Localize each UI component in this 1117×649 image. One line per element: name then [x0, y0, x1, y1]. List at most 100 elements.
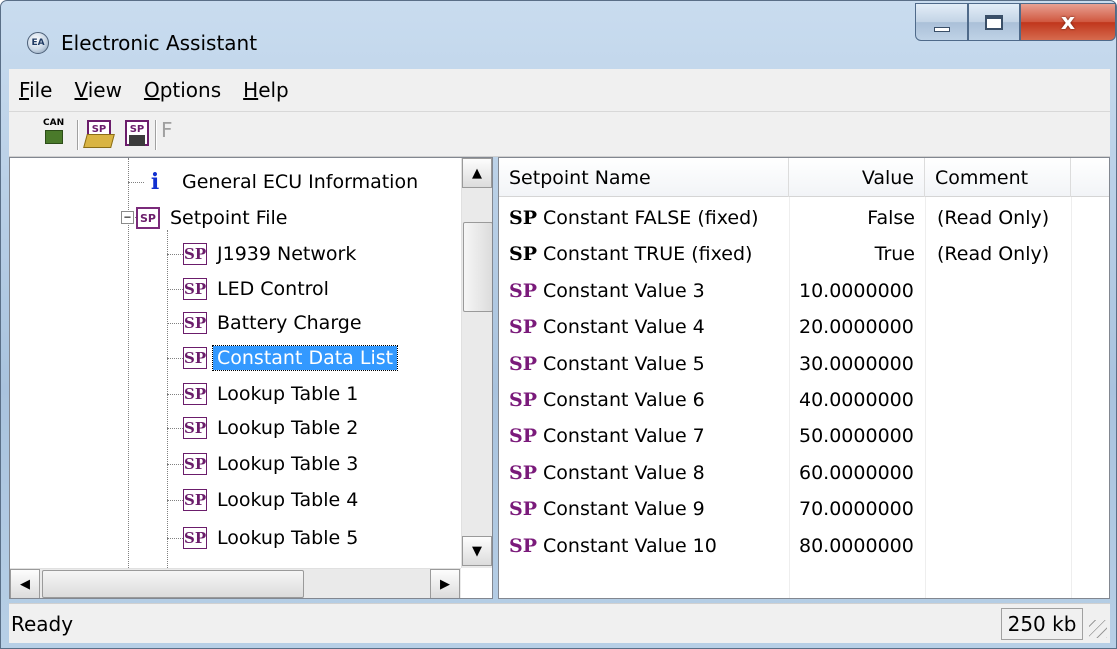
setpoint-name: Constant Value 4 [543, 316, 705, 339]
tree-item-label: Setpoint File [170, 207, 288, 229]
column-header-setpoint-name[interactable]: Setpoint Name [499, 158, 789, 197]
flash-button[interactable]: F [161, 118, 189, 146]
setpoint-name: Constant FALSE (fixed) [543, 207, 759, 229]
setpoint-name: Constant Value 3 [543, 279, 705, 302]
menu-options[interactable]: Options [144, 78, 221, 102]
setpoint-comment: (Read Only) [937, 207, 1050, 229]
table-row[interactable]: SP Constant Value 3 10.0000000 [499, 273, 1109, 309]
setpoint-name-cell: SP Constant Value 7 [509, 418, 705, 454]
open-setpoint-file-button[interactable]: SP [83, 120, 115, 148]
sp-icon: SP [509, 352, 538, 375]
sp-icon: SP [509, 207, 538, 229]
tree-view[interactable]: i General ECU Information − SP Setpoint … [10, 158, 470, 568]
minimize-button[interactable] [915, 3, 968, 41]
table-row[interactable]: SP Constant TRUE (fixed) True (Read Only) [499, 236, 1109, 272]
menu-file[interactable]: File [19, 78, 52, 102]
maximize-icon [985, 14, 1003, 30]
app-logo-icon: EA [27, 32, 49, 54]
tree-item-lookup-table-1[interactable]: SP Lookup Table 1 [183, 377, 362, 411]
tree-line [167, 323, 183, 324]
tree-line [167, 394, 183, 395]
scroll-left-button[interactable]: ◀ [10, 569, 40, 598]
tree-item-j1939-network[interactable]: SP J1939 Network [183, 237, 360, 271]
table-row[interactable]: SP Constant Value 7 50.0000000 [499, 418, 1109, 454]
table-row[interactable]: SP Constant FALSE (fixed) False (Read Only) [499, 200, 1109, 236]
tree-item-label: J1939 Network [217, 243, 357, 265]
table-row[interactable]: SP Constant Value 10 80.0000000 [499, 528, 1109, 564]
scroll-up-button[interactable]: ▲ [462, 158, 492, 188]
close-button[interactable]: x [1020, 3, 1116, 41]
tree-line [128, 182, 144, 183]
tree-item-label-selected: Constant Data List [211, 345, 399, 371]
setpoint-name: Constant TRUE (fixed) [543, 243, 753, 266]
toolbar-separator [77, 120, 79, 150]
setpoint-value: 60.0000000 [799, 461, 914, 484]
table-row[interactable]: SP Constant Value 6 40.0000000 [499, 382, 1109, 418]
sp-icon: SP [509, 243, 538, 266]
tree-item-general-ecu-information[interactable]: i General ECU Information [144, 165, 422, 199]
can-connect-button[interactable]: CAN [39, 118, 67, 148]
setpoint-name: Constant Value 6 [543, 389, 705, 411]
save-setpoint-file-button[interactable]: SP [123, 120, 151, 148]
sp-icon: SP [183, 527, 207, 549]
setpoint-name-cell: SP Constant FALSE (fixed) [509, 200, 759, 236]
close-icon: x [1060, 9, 1076, 35]
tree-vertical-scrollbar[interactable]: ▲ ▼ [461, 158, 492, 568]
title-bar[interactable]: EA Electronic Assistant x [1, 1, 1116, 69]
resize-grip-icon[interactable] [1089, 620, 1107, 638]
setpoint-name-cell: SP Constant TRUE (fixed) [509, 236, 752, 272]
table-row[interactable]: SP Constant Value 5 30.0000000 [499, 346, 1109, 382]
status-bar: Ready 250 kb [9, 603, 1110, 643]
setpoint-value: 20.0000000 [799, 316, 914, 339]
vertical-scroll-thumb[interactable] [463, 222, 492, 312]
can-label: CAN [43, 118, 65, 128]
maximize-button[interactable] [968, 3, 1020, 41]
file-size-indicator: 250 kb [1001, 608, 1083, 640]
collapse-toggle[interactable]: − [121, 211, 134, 224]
disk-icon [129, 135, 145, 146]
setpoint-comment: (Read Only) [937, 243, 1050, 266]
tree-item-label: Battery Charge [217, 312, 362, 334]
tree-line [167, 289, 183, 290]
sp-icon: SP [509, 425, 538, 448]
sp-icon: SP [183, 383, 207, 405]
arrow-left-icon: ◀ [20, 576, 30, 592]
table-row[interactable]: SP Constant Value 4 20.0000000 [499, 309, 1109, 345]
setpoint-name: Constant Value 7 [543, 425, 705, 448]
tree-item-setpoint-file[interactable]: SP Setpoint File [136, 201, 292, 235]
sp-icon: SP [183, 347, 207, 369]
setpoint-list-pane: Setpoint Name Value Comment SP Constant F… [498, 157, 1110, 599]
tree-item-lookup-table-3[interactable]: SP Lookup Table 3 [183, 447, 362, 481]
tree-item-battery-charge[interactable]: SP Battery Charge [183, 306, 366, 340]
table-row[interactable]: SP Constant Value 8 60.0000000 [499, 455, 1109, 491]
tree-item-lookup-table-2[interactable]: SP Lookup Table 2 [183, 411, 362, 445]
scroll-down-button[interactable]: ▼ [462, 536, 492, 566]
menu-help[interactable]: Help [243, 78, 289, 102]
tree-item-constant-data-list[interactable]: SP Constant Data List [183, 341, 399, 375]
table-row[interactable]: SP Constant Value 9 70.0000000 [499, 491, 1109, 527]
setpoint-name: Constant Value 10 [543, 534, 717, 557]
sp-icon: SP [509, 498, 538, 521]
sp-icon: SP [509, 316, 538, 339]
setpoint-value: False [867, 207, 915, 229]
toolbar: CAN SP SP F [9, 111, 1110, 157]
column-header-value[interactable]: Value [789, 158, 925, 197]
column-header-comment[interactable]: Comment [925, 158, 1071, 197]
tree-line [167, 464, 183, 465]
main-window: EA Electronic Assistant x File View Opti… [0, 0, 1117, 649]
setpoint-name-cell: SP Constant Value 10 [509, 528, 717, 564]
menu-view[interactable]: View [74, 78, 121, 102]
horizontal-scroll-thumb[interactable] [42, 570, 304, 598]
tree-horizontal-scrollbar[interactable]: ◀ ▶ [10, 568, 461, 598]
tree-item-label: Lookup Table 5 [217, 527, 359, 549]
sp-icon: SP [183, 489, 207, 511]
tree-line [167, 500, 183, 501]
tree-item-lookup-table-4[interactable]: SP Lookup Table 4 [183, 483, 362, 517]
tree-item-led-control[interactable]: SP LED Control [183, 272, 333, 306]
scroll-right-button[interactable]: ▶ [430, 569, 460, 598]
tree-item-lookup-table-5[interactable]: SP Lookup Table 5 [183, 521, 362, 555]
setpoint-name-cell: SP Constant Value 3 [509, 273, 705, 309]
tree-item-label: Lookup Table 2 [217, 417, 359, 439]
setpoint-value: 40.0000000 [799, 389, 914, 411]
setpoint-name-cell: SP Constant Value 9 [509, 491, 705, 527]
